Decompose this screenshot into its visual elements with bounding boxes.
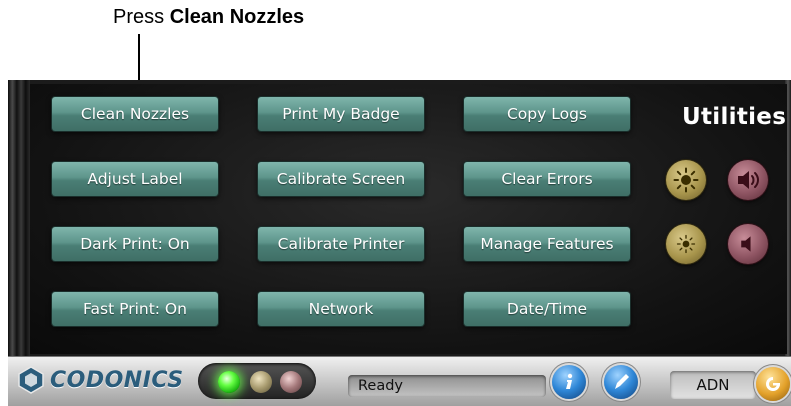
calibrate-screen-button[interactable]: Calibrate Screen [258,162,424,196]
brightness-down-button[interactable] [666,224,706,264]
help-button[interactable] [604,365,638,399]
brightness-down-icon [676,234,696,254]
calibrate-printer-button[interactable]: Calibrate Printer [258,227,424,261]
left-bezel [8,80,30,356]
utilities-panel: Clean Nozzles Print My Badge Copy Logs A… [30,84,787,354]
info-icon [566,373,573,389]
info-button[interactable] [552,365,586,399]
volume-up-button[interactable] [728,160,768,200]
callout-bold: Clean Nozzles [169,6,305,28]
logo-text: CODONICS [50,367,184,393]
utilities-title: Utilities [682,104,787,130]
volume-up-icon [738,171,759,189]
status-leds [198,363,316,399]
instruction-callout: Press Clean Nozzles [113,6,304,29]
amber-led [250,371,272,393]
status-text-field: Ready [348,375,546,397]
device-screen: Clean Nozzles Print My Badge Copy Logs A… [8,80,791,406]
print-my-badge-button[interactable]: Print My Badge [258,97,424,131]
codonics-logo-icon [18,366,44,394]
brightness-up-button[interactable] [666,160,706,200]
red-led [280,371,302,393]
dark-print-toggle-button[interactable]: Dark Print: On [52,227,218,261]
clean-nozzles-button[interactable]: Clean Nozzles [52,97,218,131]
clear-errors-button[interactable]: Clear Errors [464,162,630,196]
logout-icon [766,377,780,391]
volume-down-icon [741,236,751,252]
user-field: ADN [670,371,756,399]
codonics-logo: CODONICS [16,365,184,395]
adjust-label-button[interactable]: Adjust Label [52,162,218,196]
date-time-button[interactable]: Date/Time [464,292,630,326]
green-led [218,371,240,393]
fast-print-toggle-button[interactable]: Fast Print: On [52,292,218,326]
brightness-up-icon [673,167,699,193]
status-bar: CODONICS Ready ADN [8,356,791,406]
network-button[interactable]: Network [258,292,424,326]
copy-logs-button[interactable]: Copy Logs [464,97,630,131]
callout-prefix: Press [113,6,165,28]
logout-button[interactable] [756,367,790,401]
manage-features-button[interactable]: Manage Features [464,227,630,261]
volume-down-button[interactable] [728,224,768,264]
help-icon [615,374,629,389]
